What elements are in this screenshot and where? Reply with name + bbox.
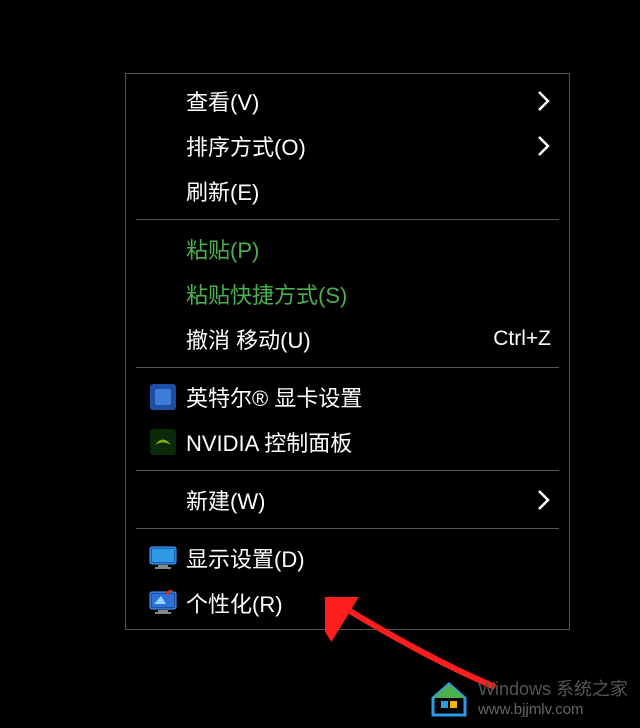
- menu-label: 撤消 移动(U): [186, 323, 493, 355]
- menu-label: 粘贴快捷方式(S): [186, 278, 551, 310]
- separator: [136, 219, 559, 220]
- separator: [136, 528, 559, 529]
- separator: [136, 470, 559, 471]
- menu-item-personalize[interactable]: 个性化(R): [126, 580, 569, 625]
- chevron-right-icon: [531, 135, 551, 157]
- house-icon: [428, 678, 470, 720]
- menu-label: 刷新(E): [186, 175, 551, 207]
- menu-label: 排序方式(O): [186, 130, 531, 162]
- menu-label: 个性化(R): [186, 587, 551, 619]
- menu-item-paste: 粘贴(P): [126, 226, 569, 271]
- menu-item-display-settings[interactable]: 显示设置(D): [126, 535, 569, 580]
- menu-item-undo[interactable]: 撤消 移动(U) Ctrl+Z: [126, 316, 569, 361]
- menu-item-sort[interactable]: 排序方式(O): [126, 123, 569, 168]
- separator: [136, 367, 559, 368]
- watermark: Windows 系统之家 www.bjjmlv.com: [428, 678, 628, 720]
- nvidia-icon: [140, 428, 186, 456]
- chevron-right-icon: [531, 489, 551, 511]
- watermark-url: www.bjjmlv.com: [478, 701, 628, 719]
- menu-label: NVIDIA 控制面板: [186, 426, 551, 458]
- desktop-context-menu: 查看(V) 排序方式(O) 刷新(E) 粘贴(P) 粘贴快捷方式(S) 撤消 移…: [125, 73, 570, 630]
- menu-item-refresh[interactable]: 刷新(E): [126, 168, 569, 213]
- menu-label: 显示设置(D): [186, 542, 551, 574]
- menu-item-paste-shortcut: 粘贴快捷方式(S): [126, 271, 569, 316]
- monitor-icon: [140, 545, 186, 571]
- menu-item-new[interactable]: 新建(W): [126, 477, 569, 522]
- chevron-right-icon: [531, 90, 551, 112]
- menu-label: 粘贴(P): [186, 233, 551, 265]
- menu-label: 新建(W): [186, 484, 531, 516]
- menu-label: 英特尔® 显卡设置: [186, 381, 551, 413]
- menu-label: 查看(V): [186, 85, 531, 117]
- intel-icon: [140, 383, 186, 411]
- menu-item-intel-graphics[interactable]: 英特尔® 显卡设置: [126, 374, 569, 419]
- watermark-title: Windows 系统之家: [478, 679, 628, 701]
- shortcut-text: Ctrl+Z: [493, 327, 551, 351]
- menu-item-nvidia[interactable]: NVIDIA 控制面板: [126, 419, 569, 464]
- personalize-icon: [140, 590, 186, 616]
- menu-item-view[interactable]: 查看(V): [126, 78, 569, 123]
